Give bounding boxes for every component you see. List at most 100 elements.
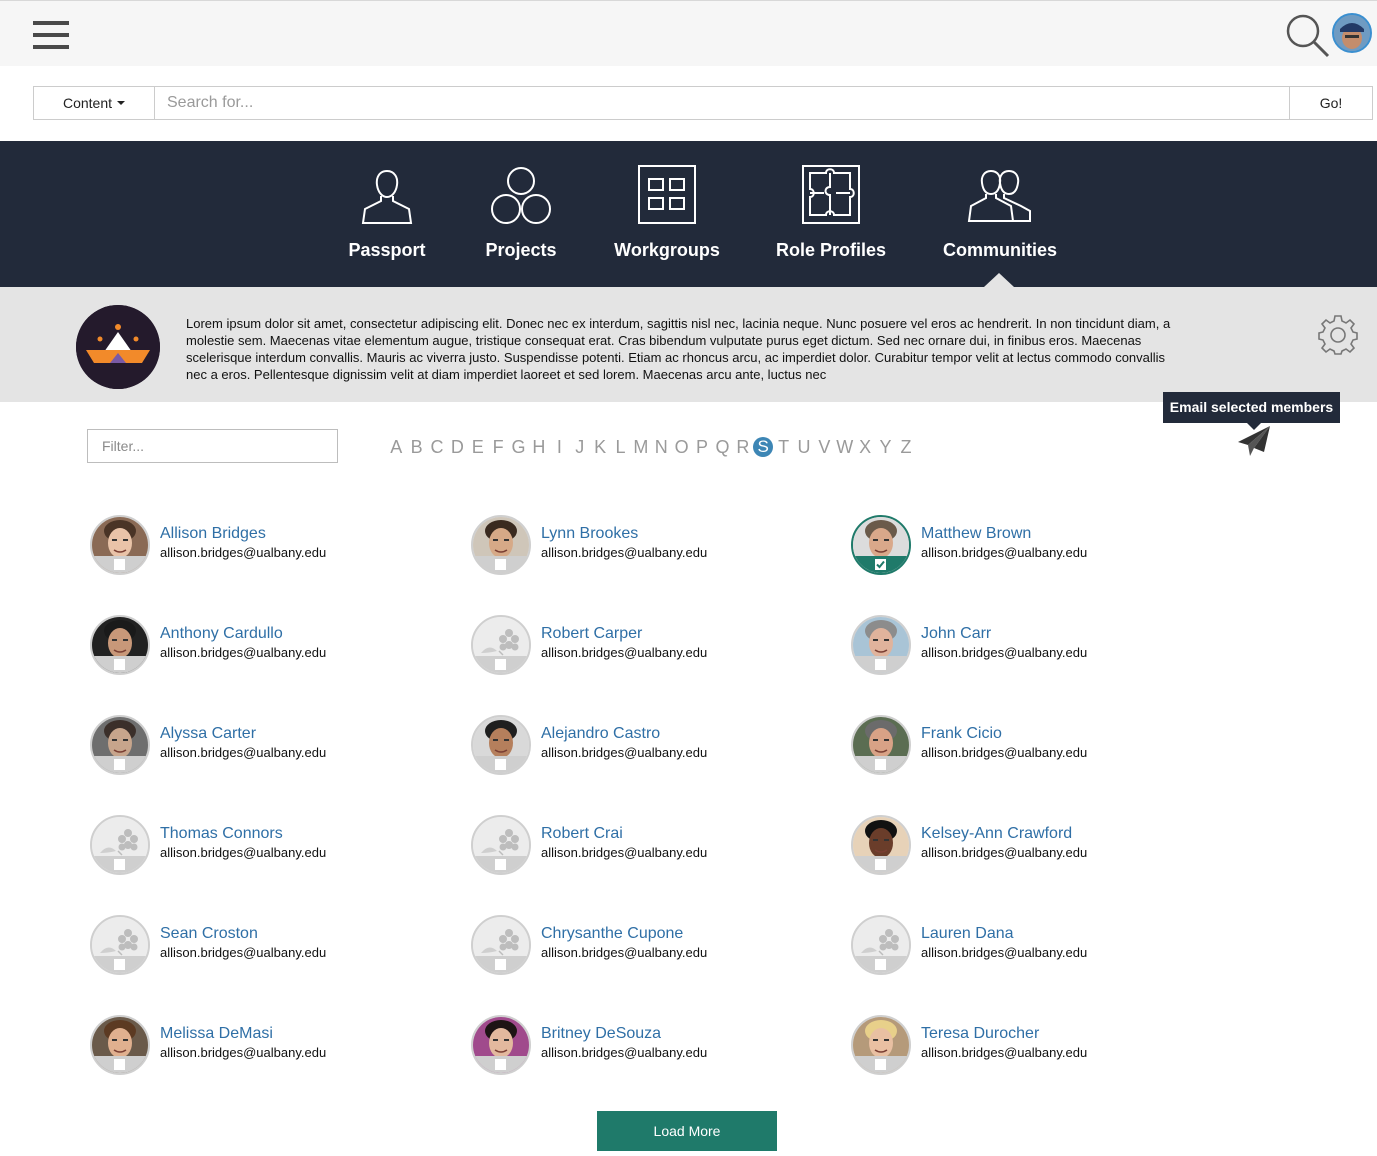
select-checkbox[interactable] (114, 559, 125, 570)
select-checkbox[interactable] (495, 659, 506, 670)
go-button[interactable]: Go! (1289, 86, 1373, 120)
alpha-letter-g[interactable]: G (508, 436, 528, 458)
member-avatar[interactable] (851, 1015, 911, 1075)
paper-plane-icon[interactable] (1236, 424, 1272, 458)
member-name[interactable]: Alejandro Castro (541, 725, 660, 743)
filter-input[interactable] (87, 429, 338, 463)
member-name[interactable]: Allison Bridges (160, 525, 266, 543)
member-name[interactable]: Teresa Durocher (921, 1025, 1039, 1043)
select-checkbox[interactable] (875, 759, 886, 770)
member-avatar[interactable] (471, 615, 531, 675)
alpha-letter-j[interactable]: J (570, 436, 590, 458)
member-avatar[interactable] (471, 1015, 531, 1075)
member-avatar[interactable] (90, 915, 150, 975)
alpha-letter-z[interactable]: Z (896, 436, 916, 458)
member-name[interactable]: Matthew Brown (921, 525, 1031, 543)
member-name[interactable]: Melissa DeMasi (160, 1025, 273, 1043)
hamburger-menu-icon[interactable] (33, 21, 69, 49)
member-name[interactable]: Thomas Connors (160, 825, 283, 843)
select-checkbox[interactable] (875, 859, 886, 870)
alpha-letter-c[interactable]: C (427, 436, 447, 458)
alpha-letter-y[interactable]: Y (875, 436, 895, 458)
member-avatar[interactable] (851, 715, 911, 775)
alpha-letter-p[interactable]: P (692, 436, 712, 458)
select-checkbox[interactable] (875, 659, 886, 670)
member-avatar[interactable] (90, 1015, 150, 1075)
alpha-letter-a[interactable]: A (386, 436, 406, 458)
nav-item-communities[interactable]: Communities (938, 141, 1062, 287)
member-avatar[interactable] (471, 915, 531, 975)
member-avatar[interactable] (90, 815, 150, 875)
member-card: Robert Carper allison.bridges@ualbany.edu (471, 615, 791, 679)
alpha-letter-w[interactable]: W (835, 436, 855, 458)
alpha-letter-e[interactable]: E (468, 436, 488, 458)
alpha-letter-o[interactable]: O (671, 436, 691, 458)
nav-item-projects[interactable]: Projects (471, 141, 571, 287)
select-checkbox[interactable] (875, 959, 886, 970)
member-avatar[interactable] (851, 815, 911, 875)
alpha-letter-k[interactable]: K (590, 436, 610, 458)
alpha-letter-i[interactable]: I (549, 436, 569, 458)
load-more-button[interactable]: Load More (597, 1111, 777, 1151)
member-name[interactable]: Kelsey-Ann Crawford (921, 825, 1072, 843)
nav-item-workgroups[interactable]: Workgroups (612, 141, 722, 287)
member-email: allison.bridges@ualbany.edu (160, 745, 327, 760)
select-checkbox[interactable] (495, 959, 506, 970)
alpha-letter-h[interactable]: H (529, 436, 549, 458)
member-name[interactable]: Lauren Dana (921, 925, 1014, 943)
alpha-letter-q[interactable]: Q (712, 436, 732, 458)
nav-item-role-profiles[interactable]: Role Profiles (772, 141, 890, 287)
member-avatar[interactable] (471, 815, 531, 875)
member-name[interactable]: Chrysanthe Cupone (541, 925, 683, 943)
member-avatar[interactable] (851, 515, 911, 575)
select-checkbox[interactable] (495, 1059, 506, 1070)
user-avatar[interactable] (1332, 13, 1372, 53)
member-email: allison.bridges@ualbany.edu (921, 945, 1088, 960)
alpha-letter-r[interactable]: R (733, 436, 753, 458)
member-name[interactable]: Anthony Cardullo (160, 625, 283, 643)
alpha-letter-d[interactable]: D (447, 436, 467, 458)
select-checkbox[interactable] (495, 759, 506, 770)
community-description: Lorem ipsum dolor sit amet, consectetur … (186, 316, 1171, 382)
member-name[interactable]: Alyssa Carter (160, 725, 256, 743)
select-checkbox[interactable] (495, 859, 506, 870)
member-name[interactable]: Sean Croston (160, 925, 258, 943)
alpha-letter-u[interactable]: U (794, 436, 814, 458)
nav-item-passport[interactable]: Passport (337, 141, 437, 287)
member-name[interactable]: Britney DeSouza (541, 1025, 661, 1043)
alpha-letter-v[interactable]: V (814, 436, 834, 458)
member-avatar[interactable] (851, 915, 911, 975)
content-scope-dropdown[interactable]: Content (33, 86, 155, 120)
select-checkbox[interactable] (114, 959, 125, 970)
nav-label-communities: Communities (942, 240, 1057, 260)
select-checkbox[interactable] (114, 659, 125, 670)
alpha-letter-x[interactable]: X (855, 436, 875, 458)
alpha-letter-s[interactable]: S (753, 437, 774, 457)
select-checkbox[interactable] (114, 859, 125, 870)
member-name[interactable]: Lynn Brookes (541, 525, 638, 543)
alpha-letter-b[interactable]: B (406, 436, 426, 458)
alpha-letter-m[interactable]: M (631, 436, 651, 458)
alpha-letter-n[interactable]: N (651, 436, 671, 458)
member-avatar[interactable] (471, 715, 531, 775)
select-checkbox[interactable] (495, 559, 506, 570)
search-icon[interactable] (1284, 12, 1330, 58)
member-name[interactable]: Robert Crai (541, 825, 623, 843)
member-name[interactable]: Frank Cicio (921, 725, 1002, 743)
search-input[interactable] (155, 86, 1289, 120)
select-checkbox[interactable] (114, 759, 125, 770)
member-avatar[interactable] (471, 515, 531, 575)
alpha-letter-t[interactable]: T (773, 436, 793, 458)
gear-icon[interactable] (1318, 315, 1358, 355)
select-checkbox[interactable] (114, 1059, 125, 1070)
content-scope-label: Content (62, 95, 113, 111)
member-avatar[interactable] (90, 515, 150, 575)
member-name[interactable]: Robert Carper (541, 625, 642, 643)
member-name[interactable]: John Carr (921, 625, 991, 643)
member-avatar[interactable] (90, 715, 150, 775)
member-avatar[interactable] (90, 615, 150, 675)
select-checkbox[interactable] (875, 1059, 886, 1070)
alpha-letter-f[interactable]: F (488, 436, 508, 458)
alpha-letter-l[interactable]: L (610, 436, 630, 458)
member-avatar[interactable] (851, 615, 911, 675)
